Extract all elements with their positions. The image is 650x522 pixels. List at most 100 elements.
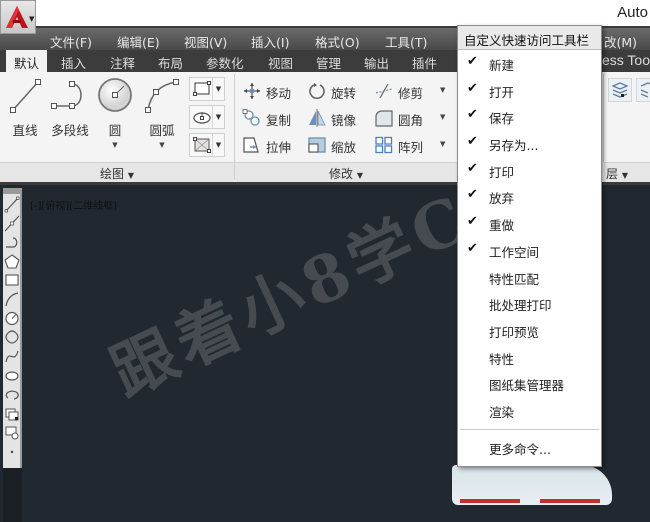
menu-format[interactable]: 格式(O) xyxy=(315,32,360,51)
menu-item-hide-menubar[interactable]: 隐藏菜单栏 xyxy=(458,460,601,466)
tab-layout[interactable]: 布局 xyxy=(158,53,183,72)
scale-tool[interactable]: 缩放 xyxy=(307,135,367,155)
tab-insert[interactable]: 插入 xyxy=(61,53,86,72)
trim-tool[interactable]: 修剪 ▼ xyxy=(374,81,446,101)
checkmark-icon: ✔ xyxy=(467,80,478,96)
menu-item-label: 批处理打印 xyxy=(489,298,552,314)
menu-item-7[interactable]: ✔ 工作空间 xyxy=(458,237,601,264)
menu-item-5[interactable]: ✔ 放弃 xyxy=(458,183,601,210)
array-tool[interactable]: 阵列 ▼ xyxy=(374,135,446,155)
tab-view[interactable]: 视图 xyxy=(268,53,293,72)
menu-insert[interactable]: 插入(I) xyxy=(251,32,289,51)
ellipse-split-button[interactable]: ▼ xyxy=(189,105,225,129)
fillet-tool[interactable]: 圆角 ▼ xyxy=(374,108,446,128)
chevron-down-icon: ▼ xyxy=(127,171,134,180)
tab-output[interactable]: 输出 xyxy=(364,53,389,72)
circle-icon[interactable] xyxy=(4,310,20,327)
circle-tool[interactable]: 圆 ▼ xyxy=(96,76,134,149)
application-menu-button[interactable]: ▼ xyxy=(0,0,36,34)
hatch-split-button[interactable]: ▼ xyxy=(189,133,225,157)
chevron-down-icon[interactable]: ▼ xyxy=(212,134,224,156)
menu-edit[interactable]: 编辑(E) xyxy=(117,32,160,51)
chevron-down-icon[interactable]: ▼ xyxy=(440,140,445,148)
mirror-icon xyxy=(309,109,326,127)
viewport-controls-label[interactable]: [-][俯视][二维线框] xyxy=(30,197,117,212)
chevron-down-icon[interactable]: ▼ xyxy=(440,86,445,94)
rectangle-icon[interactable] xyxy=(4,272,20,289)
chevron-down-icon[interactable]: ▼ xyxy=(96,141,134,149)
chevron-down-icon[interactable]: ▼ xyxy=(142,141,182,149)
menu-item-2[interactable]: ✔ 保存 xyxy=(458,103,601,130)
menu-item-12[interactable]: 图纸集管理器 xyxy=(458,370,601,397)
array-icon xyxy=(375,136,393,154)
tab-manage[interactable]: 管理 xyxy=(316,53,341,72)
tab-parametric[interactable]: 参数化 xyxy=(206,53,244,72)
draw-panel-footer[interactable]: 绘图 ▼ xyxy=(0,162,234,182)
menu-item-11[interactable]: 特性 xyxy=(458,344,601,371)
mirror-tool[interactable]: 镜像 xyxy=(307,108,367,128)
tab-annotate[interactable]: 注释 xyxy=(110,53,135,72)
checkmark-icon: ✔ xyxy=(467,134,478,150)
copy-icon xyxy=(242,109,260,126)
chevron-down-icon[interactable]: ▼ xyxy=(212,78,224,100)
menu-item-label: 特性匹配 xyxy=(489,271,540,287)
layer-properties-button[interactable] xyxy=(608,78,632,102)
toolbar-grip[interactable] xyxy=(3,188,20,194)
menu-item-label: 图纸集管理器 xyxy=(489,378,565,394)
line-tool[interactable]: 直线 xyxy=(8,76,42,139)
menu-item-3[interactable]: ✔ 另存为... xyxy=(458,130,601,157)
insert-block-icon[interactable] xyxy=(4,405,20,422)
menu-header: 自定义快速访问工具栏 xyxy=(458,26,601,50)
menu-item-6[interactable]: ✔ 重做 xyxy=(458,210,601,237)
modify-panel-footer[interactable]: 修改 ▼ xyxy=(235,162,457,182)
layer-panel-footer[interactable]: 层 ▼ xyxy=(604,162,650,182)
layer-stack-icon xyxy=(611,82,629,98)
tab-default[interactable]: 默认 xyxy=(6,50,48,72)
menu-modify[interactable]: 改(M) xyxy=(604,32,637,51)
draw-toolbar-vertical xyxy=(3,188,22,468)
make-block-icon[interactable] xyxy=(4,424,20,441)
layer-state-button[interactable] xyxy=(636,78,650,102)
checkmark-icon: ✔ xyxy=(467,107,478,123)
revision-cloud-icon[interactable] xyxy=(4,329,20,346)
autocad-logo-icon xyxy=(6,6,28,28)
menu-item-0[interactable]: ✔ 新建 xyxy=(458,50,601,77)
checkmark-icon: ✔ xyxy=(467,214,478,230)
polyline-icon[interactable] xyxy=(4,234,20,251)
stretch-tool[interactable]: 拉伸 xyxy=(242,135,302,155)
tab-express-tools[interactable]: ess Too xyxy=(602,52,650,68)
menu-item-10[interactable]: 打印预览 xyxy=(458,317,601,344)
line-icon[interactable] xyxy=(4,196,20,213)
menu-item-13[interactable]: 渲染 xyxy=(458,397,601,424)
menu-item-9[interactable]: 批处理打印 xyxy=(458,290,601,317)
menu-file[interactable]: 文件(F) xyxy=(50,32,92,51)
rectangle-split-button[interactable]: ▼ xyxy=(189,77,225,101)
chevron-down-icon[interactable]: ▼ xyxy=(212,106,224,128)
menu-item-8[interactable]: 特性匹配 xyxy=(458,264,601,291)
rotate-tool[interactable]: 旋转 xyxy=(307,81,367,101)
ellipse-icon[interactable] xyxy=(4,367,20,384)
menu-item-label: 新建 xyxy=(489,58,515,73)
chevron-down-icon[interactable]: ▼ xyxy=(440,113,445,121)
ellipse-arc-icon[interactable] xyxy=(4,386,20,403)
construction-line-icon[interactable] xyxy=(4,215,20,232)
modify-panel-title: 修改 xyxy=(329,167,354,181)
menu-tools[interactable]: 工具(T) xyxy=(385,32,427,51)
menu-item-4[interactable]: ✔ 打印 xyxy=(458,157,601,184)
arc-tool[interactable]: 圆弧 ▼ xyxy=(142,76,182,149)
move-tool[interactable]: 移动 xyxy=(242,81,302,101)
tab-plugins[interactable]: 插件 xyxy=(412,53,437,72)
arc-label: 圆弧 xyxy=(149,123,175,138)
point-icon[interactable] xyxy=(4,443,20,460)
menu-view[interactable]: 视图(V) xyxy=(184,32,227,51)
checkmark-icon: ✔ xyxy=(467,187,478,203)
menu-item-1[interactable]: ✔ 打开 xyxy=(458,77,601,104)
copy-tool[interactable]: 复制 xyxy=(242,108,302,128)
spline-icon[interactable] xyxy=(4,348,20,365)
polyline-tool[interactable]: 多段线 xyxy=(48,76,92,139)
polygon-icon[interactable] xyxy=(3,253,20,270)
arc-icon[interactable] xyxy=(4,291,20,308)
array-label: 阵列 xyxy=(398,140,424,155)
checkmark-icon: ✔ xyxy=(467,160,478,176)
menu-item-more-commands[interactable]: 更多命令... xyxy=(458,434,601,461)
